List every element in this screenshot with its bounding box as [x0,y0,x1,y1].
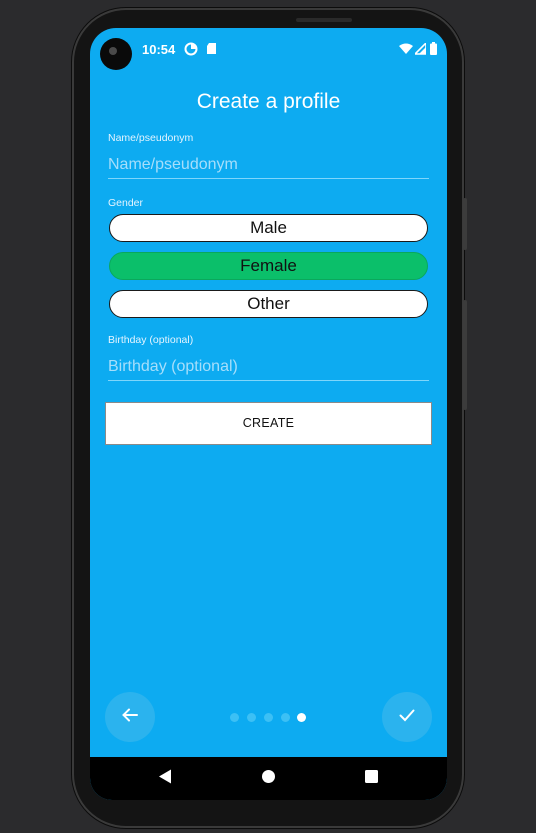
data-saver-icon [184,42,198,61]
gender-option-female[interactable]: Female [109,252,428,280]
recents-square-icon [364,769,378,788]
page-dot-active [297,713,306,722]
volume-button[interactable] [463,198,467,250]
birthday-input[interactable] [108,354,429,381]
power-button[interactable] [463,300,467,410]
battery-icon [430,42,437,60]
gender-label: Gender [108,197,144,209]
system-back-button[interactable] [145,757,185,800]
back-page-button[interactable] [105,692,155,742]
home-circle-icon [261,769,276,789]
status-bar: 10:54 [90,28,447,72]
gender-option-male[interactable]: Male [109,214,428,242]
sd-card-icon [206,42,217,60]
page-dot [281,713,290,722]
wifi-icon [399,42,413,60]
system-home-button[interactable] [248,757,288,800]
checkmark-icon [398,706,416,729]
status-time: 10:54 [142,42,176,57]
arrow-left-icon [121,706,139,729]
app-screen: 10:54 Create a profile Name/pseudonym Ge… [90,28,447,800]
page-dot [230,713,239,722]
create-button[interactable]: CREATE [105,402,432,445]
system-navigation-bar [90,757,447,800]
gender-option-other[interactable]: Other [109,290,428,318]
page-dot [264,713,273,722]
name-input[interactable] [108,152,429,179]
name-field-label: Name/pseudonym [108,132,194,144]
page-title: Create a profile [196,90,341,113]
back-triangle-icon [158,769,172,789]
page-indicator [230,713,310,723]
signal-icon [413,41,427,60]
front-camera [100,38,132,70]
page-dot [247,713,256,722]
earpiece-speaker [296,18,352,22]
system-recents-button[interactable] [351,757,391,800]
done-button[interactable] [382,692,432,742]
birthday-field-label: Birthday (optional) [108,334,194,346]
